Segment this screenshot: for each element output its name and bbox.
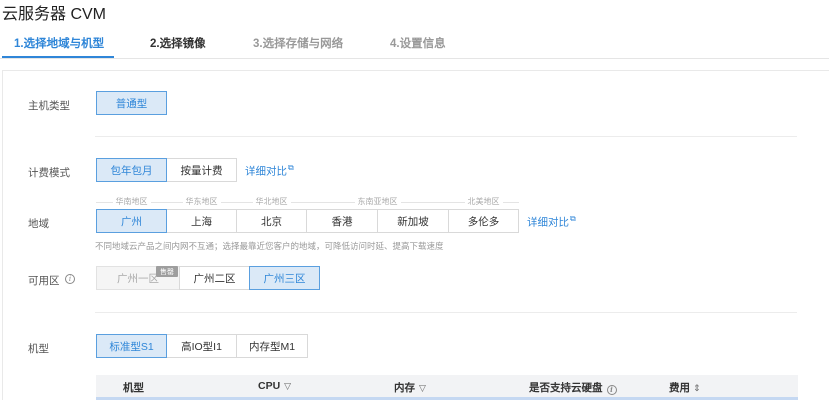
billing-pay-as-you-go-button[interactable]: 按量计费 (166, 158, 237, 182)
instance-standard-s1-button[interactable]: 标准型S1 (96, 334, 167, 358)
filter-icon[interactable]: ▽ (284, 381, 291, 392)
instance-memory-m1-button[interactable]: 内存型M1 (236, 334, 308, 358)
section-divider (95, 136, 797, 137)
instance-high-io-i1-button[interactable]: 高IO型I1 (166, 334, 237, 358)
zone-label: 可用区 (28, 275, 60, 287)
region-group-east-china: 华东地区 (166, 197, 237, 207)
region-hint-text: 不同地域云产品之间内网不互通；选择最靠近您客户的地域，可降低访问时延、提高下载速… (95, 241, 444, 251)
region-compare-link[interactable]: 详细对比⧉ (527, 214, 576, 230)
host-type-label: 主机类型 (28, 100, 70, 112)
region-group-southeast-asia: 东南亚地区 (306, 197, 449, 207)
billing-monthly-button[interactable]: 包年包月 (96, 158, 167, 182)
region-label: 地域 (28, 218, 49, 230)
sort-icon[interactable]: ⇕ (693, 383, 701, 394)
filter-icon[interactable]: ▽ (419, 383, 426, 394)
instance-table-header: 机型 CPU ▽ 内存 ▽ 是否支持云硬盘 i 费用 ⇕ (96, 375, 798, 397)
step-tabs: 1.选择地域与机型 2.选择镜像 3.选择存储与网络 4.设置信息 (0, 31, 829, 59)
region-group-north-china: 华北地区 (236, 197, 307, 207)
info-icon[interactable]: i (606, 384, 617, 395)
region-group-north-america: 北美地区 (448, 197, 519, 207)
external-link-icon: ⧉ (288, 163, 294, 172)
billing-label: 计费模式 (28, 167, 70, 179)
host-type-standard-button[interactable]: 普通型 (96, 91, 167, 115)
tab-step-region-model[interactable]: 1.选择地域与机型 (14, 35, 104, 51)
zone-guangzhou-2-button[interactable]: 广州二区 (179, 266, 250, 290)
info-icon[interactable]: i (65, 274, 75, 284)
tab-step-storage-network[interactable]: 3.选择存储与网络 (253, 35, 343, 51)
region-guangzhou-button[interactable]: 广州 (96, 209, 167, 233)
column-header-cloud-disk: 是否支持云硬盘 i (529, 380, 617, 395)
external-link-icon: ⧉ (570, 214, 576, 223)
column-header-model: 机型 (123, 382, 144, 394)
region-hongkong-button[interactable]: 香港 (306, 209, 378, 233)
column-header-price[interactable]: 费用 ⇕ (669, 380, 701, 395)
instance-type-label: 机型 (28, 343, 49, 355)
region-group-south-china: 华南地区 (96, 197, 167, 207)
column-header-memory[interactable]: 内存 ▽ (394, 380, 426, 395)
region-shanghai-button[interactable]: 上海 (166, 209, 237, 233)
column-header-cpu[interactable]: CPU ▽ (258, 380, 291, 392)
region-singapore-button[interactable]: 新加坡 (377, 209, 449, 233)
tab-step-image[interactable]: 2.选择镜像 (150, 35, 206, 51)
page-title: 云服务器 CVM (2, 6, 107, 23)
active-step-indicator (2, 56, 114, 58)
tab-step-settings[interactable]: 4.设置信息 (390, 35, 446, 51)
region-toronto-button[interactable]: 多伦多 (448, 209, 519, 233)
region-beijing-button[interactable]: 北京 (236, 209, 307, 233)
section-divider (95, 312, 797, 313)
zone-guangzhou-3-button[interactable]: 广州三区 (249, 266, 320, 290)
billing-compare-link[interactable]: 详细对比⧉ (245, 163, 294, 179)
sold-out-badge: 售罄 (156, 266, 178, 277)
